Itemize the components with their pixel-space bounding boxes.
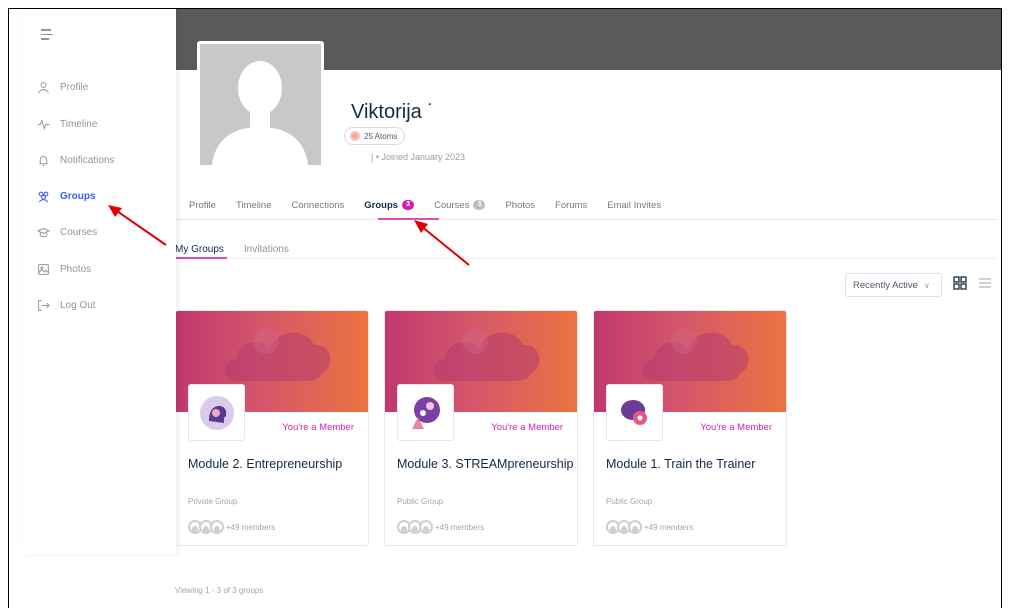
group-subtabs: My Groups Invitations — [175, 239, 309, 259]
menu-toggle-icon[interactable] — [41, 29, 55, 43]
tab-label: Forums — [555, 199, 588, 211]
group-card[interactable]: You're a Member Module 1. Train the Trai… — [593, 310, 787, 546]
pagination-summary: Viewing 1 - 3 of 3 groups — [175, 586, 264, 595]
sidebar-item-timeline[interactable]: Timeline — [37, 114, 97, 134]
group-type: Public Group — [606, 497, 653, 506]
tab-profile[interactable]: Profile — [189, 195, 216, 215]
sidebar-item-logout[interactable]: Log Out — [37, 295, 96, 315]
member-avatars — [188, 520, 224, 534]
group-card[interactable]: You're a Member Module 2. Entrepreneursh… — [175, 310, 369, 546]
sidebar-item-label: Groups — [60, 190, 96, 202]
subtabs-divider — [175, 258, 997, 259]
sidebar-item-courses[interactable]: Courses — [37, 222, 97, 242]
groups-count-badge: 3 — [402, 200, 415, 210]
bell-icon — [39, 155, 48, 166]
tab-label: Profile — [189, 199, 216, 211]
group-card[interactable]: You're a Member Module 3. STREAMpreneurs… — [384, 310, 578, 546]
sidebar-item-label: Timeline — [60, 118, 98, 130]
sidebar-item-profile[interactable]: Profile — [37, 77, 88, 97]
courses-count-badge: 3 — [473, 200, 486, 210]
atom-icon — [350, 131, 360, 141]
group-members: +49 members — [397, 520, 484, 534]
sidebar-item-label: Profile — [60, 81, 89, 93]
tab-photos[interactable]: Photos — [505, 195, 535, 215]
atoms-count: 25 Atoms — [364, 131, 398, 141]
tab-label: Email Invites — [607, 199, 662, 211]
avatar-placeholder-icon — [200, 44, 321, 165]
annotation-arrow-sidebar — [108, 205, 167, 246]
browser-frame: Profile Timeline Notifications Groups Co… — [8, 8, 1002, 608]
group-title[interactable]: Module 3. STREAMpreneurship — [397, 457, 577, 472]
sidebar-item-label: Notifications — [60, 154, 115, 166]
tab-label: Photos — [505, 199, 536, 211]
active-subtab-underline — [175, 257, 227, 259]
group-type: Public Group — [397, 497, 444, 506]
sidebar-item-label: Photos — [60, 263, 92, 275]
sidebar: Profile Timeline Notifications Groups Co… — [23, 9, 176, 554]
group-title[interactable]: Module 2. Entrepreneurship — [188, 457, 368, 472]
member-avatars — [606, 520, 642, 534]
profile-name: Viktorija ˙ — [351, 101, 434, 123]
user-icon — [38, 81, 49, 93]
sidebar-item-groups[interactable]: Groups — [37, 186, 96, 206]
tab-label: Groups — [364, 199, 399, 211]
subtab-my-groups[interactable]: My Groups — [175, 239, 224, 259]
graduation-cap-icon — [37, 227, 50, 237]
joined-date: | • Joined January 2023 — [371, 152, 466, 162]
logout-icon — [38, 299, 50, 311]
tab-courses[interactable]: Courses 3 — [434, 195, 486, 215]
annotation-arrow-tab — [414, 220, 470, 266]
subtab-invitations[interactable]: Invitations — [244, 239, 289, 259]
tab-label: Connections — [291, 199, 345, 211]
atoms-badge: 25 Atoms — [344, 127, 406, 145]
list-view-icon[interactable] — [978, 276, 992, 290]
chevron-down-icon: ∨ — [923, 280, 930, 290]
group-members: +49 members — [606, 520, 693, 534]
group-type: Private Group — [188, 497, 238, 506]
group-title[interactable]: Module 1. Train the Trainer — [606, 457, 786, 472]
group-members: +49 members — [188, 520, 275, 534]
sort-select[interactable]: Recently Active ∨ — [845, 273, 942, 297]
sidebar-item-label: Log Out — [60, 299, 96, 311]
grid-view-icon[interactable] — [953, 276, 967, 290]
tab-forums[interactable]: Forums — [555, 195, 587, 215]
profile-avatar[interactable] — [197, 41, 324, 168]
tab-label: Courses — [434, 199, 470, 211]
member-count: +49 members — [644, 522, 694, 532]
activity-icon — [37, 118, 50, 130]
sidebar-item-label: Courses — [60, 226, 98, 238]
tab-groups[interactable]: Groups 3 — [364, 195, 415, 215]
tab-label: Timeline — [235, 199, 272, 211]
profile-tabs: Profile Timeline Connections Groups 3 Cou… — [189, 195, 681, 215]
member-count: +49 members — [226, 522, 276, 532]
sidebar-item-photos[interactable]: Photos — [37, 259, 91, 279]
tab-timeline[interactable]: Timeline — [236, 195, 272, 215]
tab-email-invites[interactable]: Email Invites — [607, 195, 661, 215]
sort-selected-value: Recently Active — [853, 279, 918, 291]
sidebar-item-notifications[interactable]: Notifications — [37, 150, 114, 170]
tab-connections[interactable]: Connections — [291, 195, 344, 215]
groups-icon — [38, 191, 49, 202]
image-icon — [38, 263, 49, 275]
member-avatars — [397, 520, 433, 534]
member-count: +49 members — [435, 522, 485, 532]
